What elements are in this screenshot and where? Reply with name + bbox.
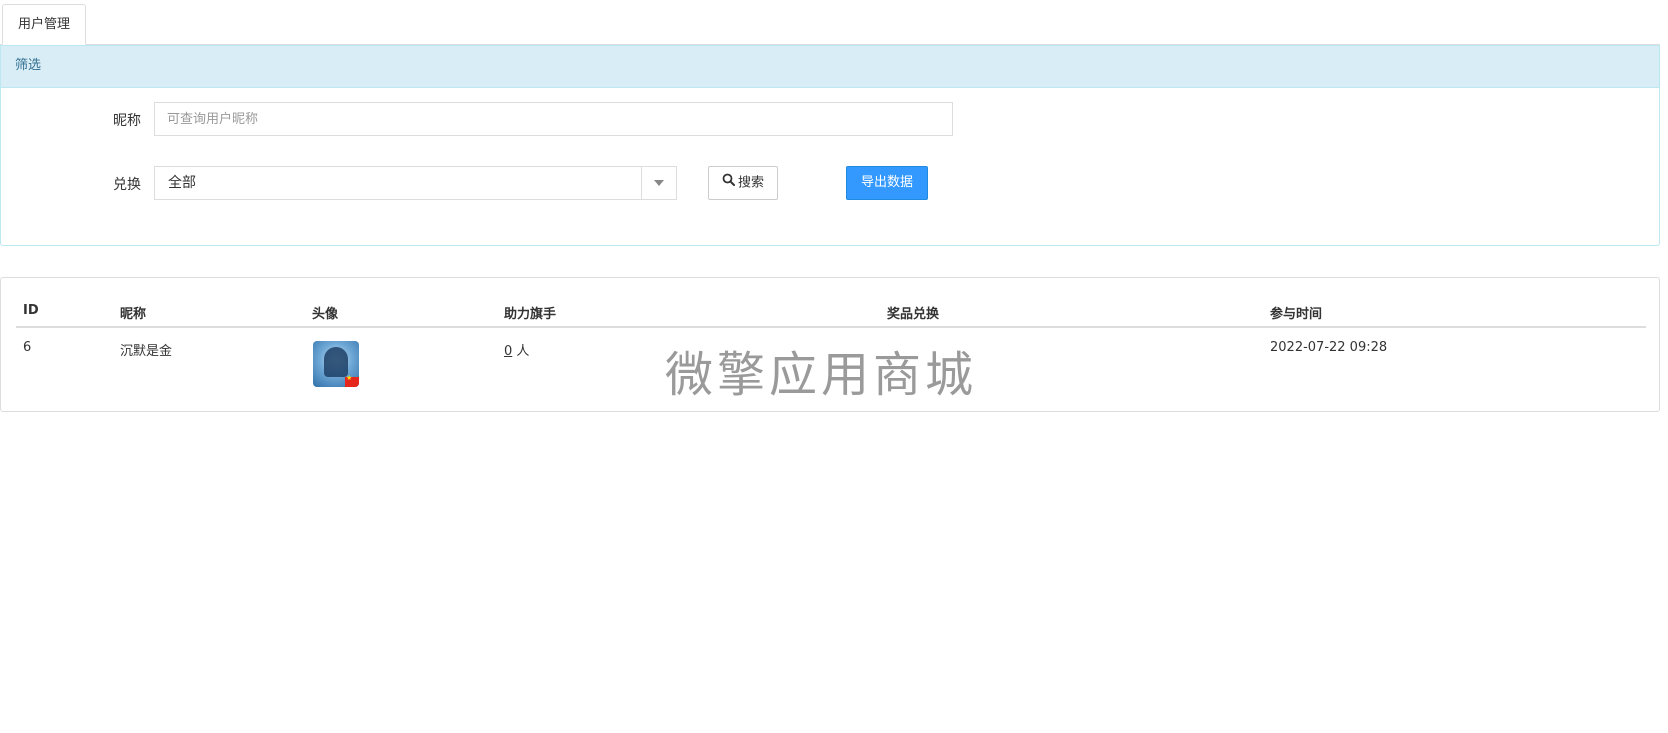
filter-panel: 筛选 昵称 兑换 全部 搜索 导出数据 [0, 45, 1660, 246]
column-header-time: 参与时间 [1270, 307, 1323, 322]
column-header-avatar: 头像 [312, 307, 339, 322]
search-button-label: 搜索 [737, 175, 764, 191]
exchange-label: 兑换 [113, 177, 141, 193]
helpers-count-link[interactable]: 0 [504, 344, 512, 359]
column-header-prize: 奖品兑换 [887, 307, 940, 322]
column-header-nickname: 昵称 [120, 307, 147, 322]
nickname-search-input[interactable] [154, 102, 953, 136]
user-management-page: 用户管理 筛选 昵称 兑换 全部 搜索 导出数据 ID 昵称 头像 助力旗手 奖… [0, 0, 1668, 733]
exchange-select[interactable]: 全部 [154, 166, 677, 200]
table-header-row [16, 298, 1646, 328]
nickname-label: 昵称 [113, 113, 141, 129]
column-header-helpers: 助力旗手 [504, 307, 557, 322]
search-icon [722, 167, 735, 199]
user-table-panel: ID 昵称 头像 助力旗手 奖品兑换 参与时间 6 沉默是金 0 人 2022-… [0, 277, 1660, 412]
avatar [313, 341, 359, 387]
column-header-id: ID [23, 303, 39, 318]
cell-nickname: 沉默是金 [120, 344, 173, 359]
cell-helpers: 0 人 [504, 340, 529, 359]
tab-user-management[interactable]: 用户管理 [2, 4, 86, 45]
tab-bar: 用户管理 [0, 0, 1660, 45]
helpers-unit: 人 [516, 344, 530, 359]
export-data-button[interactable]: 导出数据 [846, 166, 928, 200]
search-button[interactable]: 搜索 [708, 166, 778, 200]
cell-join-time: 2022-07-22 09:28 [1270, 340, 1388, 355]
cell-id: 6 [23, 340, 32, 355]
chevron-down-icon[interactable] [641, 167, 676, 199]
filter-panel-heading: 筛选 [1, 46, 1659, 88]
exchange-selected-value: 全部 [168, 175, 196, 191]
china-flag-icon [345, 374, 359, 387]
avatar-figure [324, 347, 348, 377]
